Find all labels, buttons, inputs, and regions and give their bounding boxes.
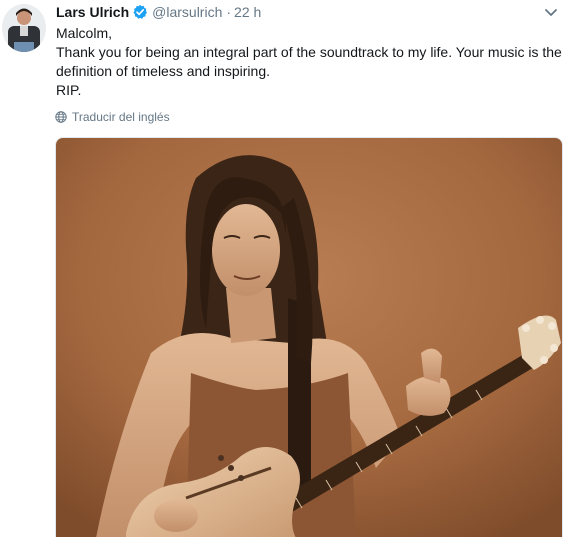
translate-link[interactable]: Traducir del inglés <box>55 110 170 124</box>
tweet-text-line: Thank you for being an integral part of … <box>56 44 562 79</box>
tweet-text-line: RIP. <box>56 82 82 98</box>
avatar[interactable] <box>2 4 46 52</box>
author-name[interactable]: Lars Ulrich <box>56 4 129 20</box>
author-handle[interactable]: @larsulrich <box>152 4 222 20</box>
photo-guitarist-icon <box>56 138 562 537</box>
chevron-down-icon[interactable] <box>543 6 559 18</box>
profile-photo-icon <box>2 4 46 52</box>
tweet-text: Malcolm, Thank you for being an integral… <box>56 24 568 100</box>
header-separator: · <box>226 4 232 20</box>
translate-label: Traducir del inglés <box>72 110 170 124</box>
tweet-header: Lars Ulrich @larsulrich · 22 h <box>56 2 261 22</box>
verified-badge-icon <box>132 4 148 20</box>
globe-icon <box>55 111 67 123</box>
tweet-text-line: Malcolm, <box>56 25 113 41</box>
tweet-photo[interactable] <box>55 137 563 537</box>
tweet: Lars Ulrich @larsulrich · 22 h Malcolm, … <box>0 0 575 537</box>
tweet-timestamp[interactable]: 22 h <box>234 4 261 20</box>
